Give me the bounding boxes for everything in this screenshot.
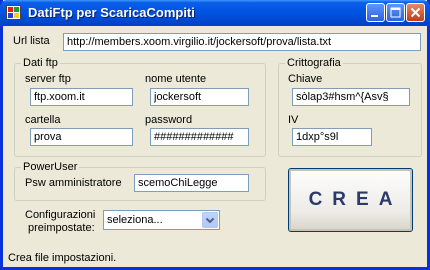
key-label: Chiave bbox=[288, 73, 323, 85]
folder-input[interactable]: prova bbox=[30, 128, 133, 146]
iv-label: IV bbox=[288, 114, 299, 126]
presets-label-line1: Configurazioni bbox=[25, 209, 96, 221]
window-title: DatiFtp per ScaricaCompiti bbox=[28, 5, 195, 20]
minimize-button[interactable] bbox=[366, 3, 385, 22]
app-window: DatiFtp per ScaricaCompiti Url lista htt… bbox=[0, 0, 430, 270]
server-input[interactable]: ftp.xoom.it bbox=[30, 88, 133, 106]
ftp-group-title: Dati ftp bbox=[21, 57, 60, 69]
presets-selected-value: seleziona... bbox=[107, 214, 163, 226]
password-label: password bbox=[145, 114, 193, 126]
poweruser-group-title: PowerUser bbox=[21, 161, 80, 173]
url-label: Url lista bbox=[13, 35, 50, 47]
client-area: Url lista http://members.xoom.virgilio.i… bbox=[3, 26, 427, 267]
user-label: nome utente bbox=[145, 73, 207, 85]
maximize-icon bbox=[390, 7, 401, 18]
user-input[interactable]: jockersoft bbox=[150, 88, 249, 106]
admin-password-input[interactable]: scemoChiLegge bbox=[134, 174, 249, 192]
minimize-icon bbox=[371, 15, 378, 17]
presets-label-line2: preimpostate: bbox=[28, 222, 95, 234]
crypto-group-title: Crittografia bbox=[285, 57, 343, 69]
create-button-label: CREA bbox=[308, 189, 403, 210]
close-icon bbox=[410, 7, 421, 18]
iv-input[interactable]: 1dxp°s9l bbox=[292, 128, 372, 146]
presets-select[interactable]: seleziona... bbox=[103, 210, 220, 230]
key-input[interactable]: sòlap3#hsm^{Asv§ bbox=[292, 88, 410, 106]
server-label: server ftp bbox=[25, 73, 71, 85]
title-bar[interactable]: DatiFtp per ScaricaCompiti bbox=[0, 0, 430, 26]
presets-dropdown-button[interactable] bbox=[202, 212, 218, 228]
url-input[interactable]: http://members.xoom.virgilio.it/jockerso… bbox=[63, 33, 421, 51]
app-icon[interactable] bbox=[6, 5, 21, 20]
password-input[interactable]: ############# bbox=[150, 128, 249, 146]
maximize-button[interactable] bbox=[386, 3, 405, 22]
status-text: Crea file impostazioni. bbox=[8, 252, 117, 264]
create-button[interactable]: CREA bbox=[288, 168, 413, 232]
folder-label: cartella bbox=[25, 114, 61, 126]
admin-password-label: Psw amministratore bbox=[25, 177, 122, 189]
chevron-down-icon bbox=[205, 217, 215, 224]
close-button[interactable] bbox=[406, 3, 425, 22]
